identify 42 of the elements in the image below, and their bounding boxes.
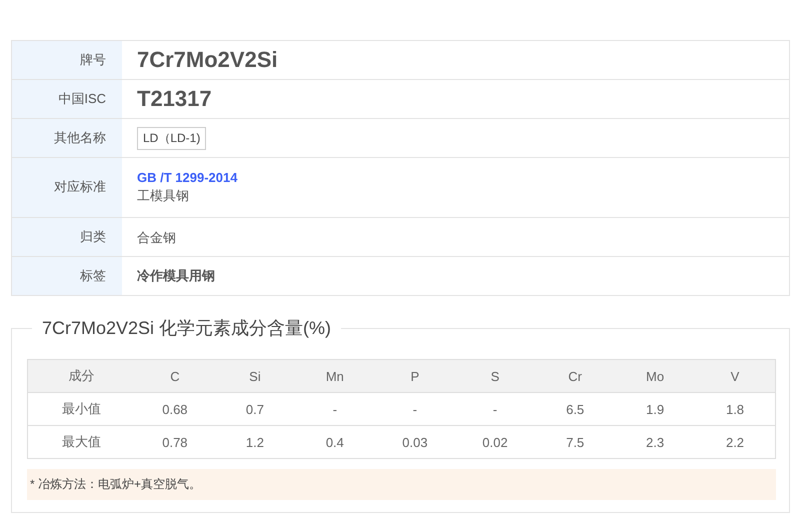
row-value: 冷作模具用钢 <box>137 267 215 285</box>
smelting-note: * 冶炼方法：电弧炉+真空脱气。 <box>27 469 776 500</box>
table-cell: 2.2 <box>695 426 776 458</box>
row-label: 牌号 <box>12 41 122 79</box>
table-cell: 0.4 <box>294 426 375 458</box>
table-cell: 0.78 <box>134 426 215 458</box>
table-cell: 最大值 <box>28 426 135 458</box>
row-label: 标签 <box>12 257 122 295</box>
table-cell: 6.5 <box>535 392 616 426</box>
row-label: 归类 <box>12 218 122 256</box>
column-header: 成分 <box>28 360 135 392</box>
standard-name: 工模具钢 <box>137 187 189 205</box>
table-cell: - <box>455 392 536 426</box>
table-cell: - <box>294 392 375 426</box>
column-header: P <box>374 360 455 392</box>
row-value: 合金钢 <box>137 229 176 247</box>
table-cell: 0.7 <box>214 392 295 426</box>
column-header: C <box>134 360 215 392</box>
table-cell: 0.03 <box>374 426 455 458</box>
table-cell: 7.5 <box>535 426 616 458</box>
row-label: 中国ISC <box>12 80 122 118</box>
table-cell: - <box>374 392 455 426</box>
table-cell: 0.02 <box>455 426 536 458</box>
section-title: 7Cr7Mo2V2Si 化学元素成分含量(%) <box>32 316 342 340</box>
alias-tag: LD（LD-1) <box>137 126 206 150</box>
table-cell: 1.2 <box>214 426 295 458</box>
table-cell: 最小值 <box>28 392 135 426</box>
row-label: 对应标准 <box>12 158 122 217</box>
grade-value: T21317 <box>137 86 212 112</box>
row-label: 其他名称 <box>12 119 122 157</box>
table-cell: 2.3 <box>615 426 696 458</box>
column-header: Mo <box>615 360 696 392</box>
table-cell: 1.8 <box>695 392 776 426</box>
table-cell: 0.68 <box>134 392 215 426</box>
table-cell: 1.9 <box>615 392 696 426</box>
column-header: V <box>695 360 776 392</box>
column-header: Mn <box>294 360 375 392</box>
column-header: Cr <box>535 360 616 392</box>
grade-value: 7Cr7Mo2V2Si <box>137 47 278 73</box>
column-header: Si <box>214 360 295 392</box>
column-header: S <box>455 360 536 392</box>
standard-link[interactable]: GB /T 1299-2014 <box>137 170 238 185</box>
